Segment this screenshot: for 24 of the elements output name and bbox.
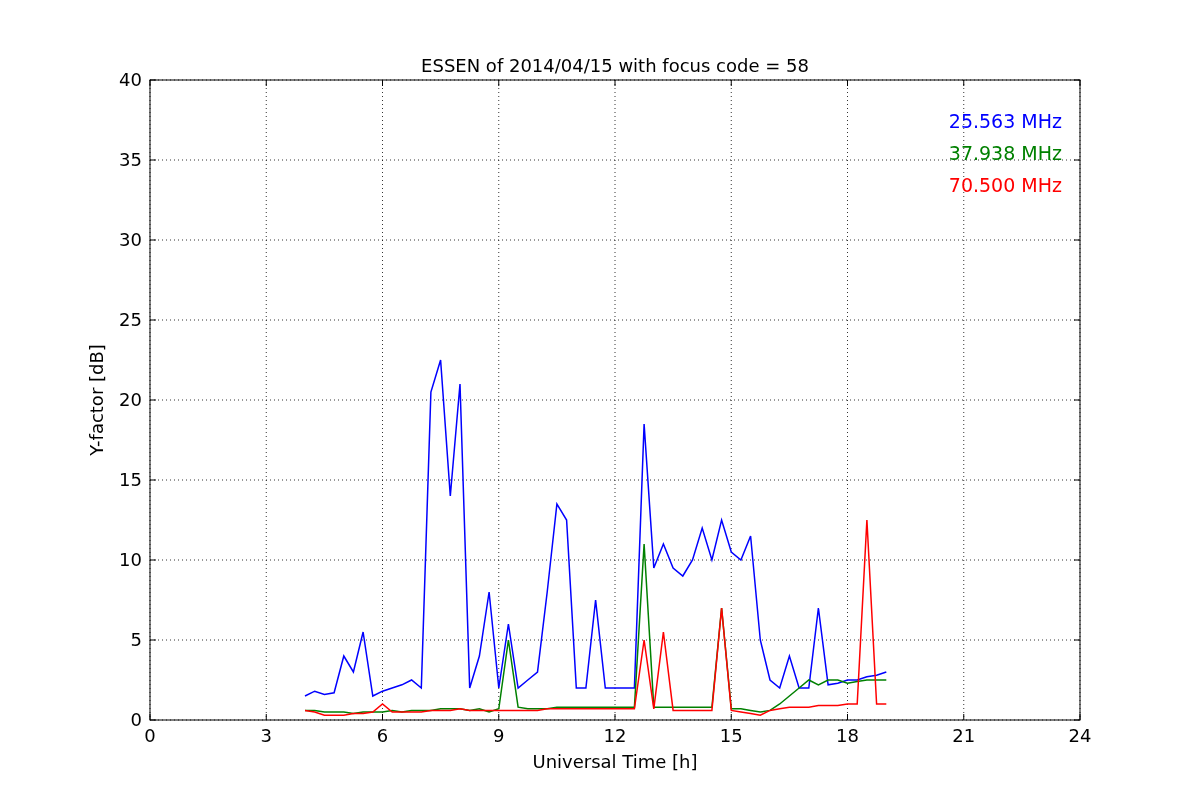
- y-tick-label: 40: [119, 69, 142, 90]
- x-tick-label: 9: [493, 725, 505, 746]
- y-tick-label: 15: [119, 469, 142, 490]
- y-tick-label: 0: [130, 709, 142, 730]
- y-tick-label: 5: [130, 629, 142, 650]
- x-tick-label: 21: [952, 725, 976, 746]
- legend-label: 37.938 MHz: [948, 142, 1062, 164]
- x-axis-label: Universal Time [h]: [532, 751, 698, 772]
- y-tick-label: 30: [119, 229, 142, 250]
- chart-title: ESSEN of 2014/04/15 with focus code = 58: [421, 55, 809, 76]
- x-tick-label: 15: [719, 725, 743, 746]
- x-tick-label: 18: [836, 725, 859, 746]
- x-tick-label: 6: [376, 725, 389, 746]
- y-axis-label: Y-factor [dB]: [86, 344, 107, 456]
- x-tick-label: 3: [260, 725, 272, 746]
- x-tick-label: 12: [603, 725, 627, 746]
- legend-label: 25.563 MHz: [948, 110, 1062, 132]
- x-tick-label: 0: [144, 725, 156, 746]
- x-tick-label: 24: [1068, 725, 1092, 746]
- y-tick-label: 35: [119, 149, 142, 170]
- y-tick-label: 20: [119, 389, 142, 410]
- legend-label: 70.500 MHz: [948, 174, 1062, 196]
- y-tick-label: 10: [119, 549, 142, 570]
- y-tick-label: 25: [119, 309, 142, 330]
